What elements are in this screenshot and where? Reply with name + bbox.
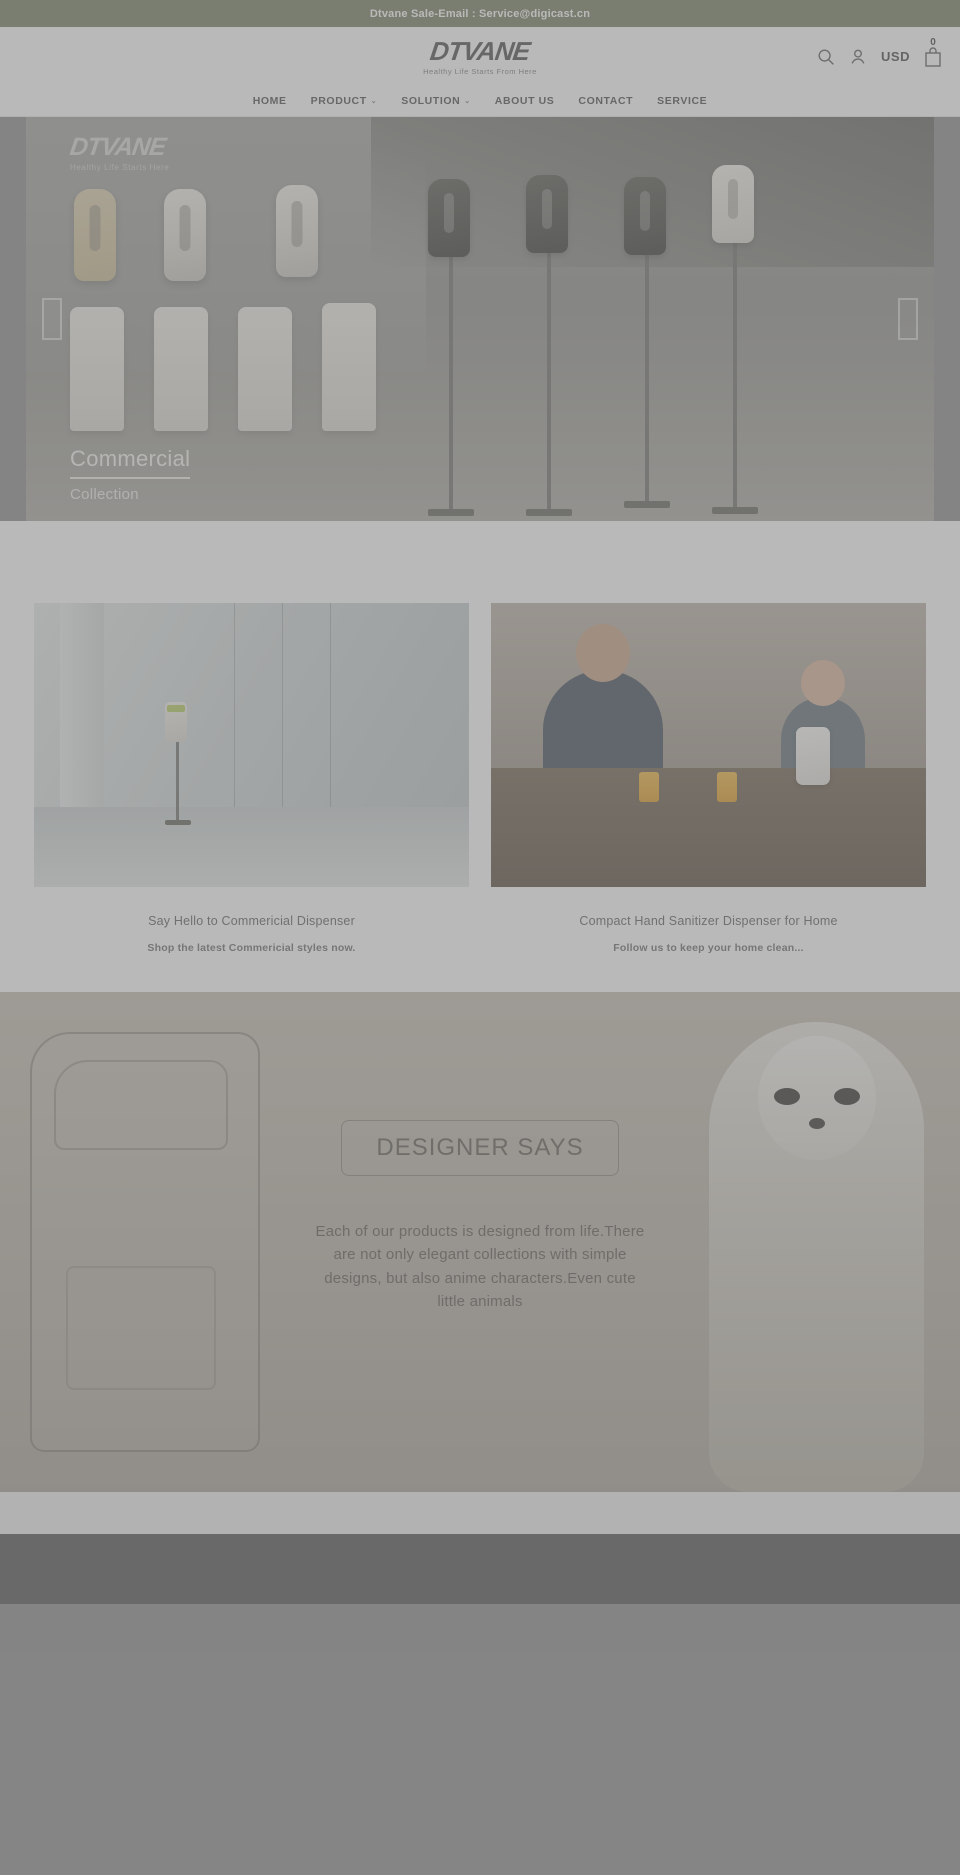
juice-glass bbox=[717, 771, 738, 802]
product-wall-dispenser bbox=[276, 185, 318, 277]
stand-head bbox=[624, 177, 666, 255]
header-tools: USD 0 bbox=[817, 27, 942, 86]
site-header: DTVANE Healthy Life Starts From Here USD… bbox=[0, 27, 960, 86]
promo-grid: Say Hello to Commericial Dispenser Shop … bbox=[34, 603, 926, 954]
promo-card-home[interactable]: Compact Hand Sanitizer Dispenser for Hom… bbox=[491, 603, 926, 954]
nav-label: CONTACT bbox=[578, 95, 634, 107]
product-pedestal-dispenser bbox=[238, 307, 292, 431]
lobby-dispenser-stand bbox=[164, 701, 191, 825]
designer-paragraph: Each of our products is designed from li… bbox=[315, 1223, 645, 1310]
chevron-down-icon: ⌄ bbox=[464, 98, 471, 105]
home-table bbox=[491, 767, 926, 887]
promo-subtitle: Shop the latest Commericial styles now. bbox=[147, 942, 356, 954]
product-wall-dispenser bbox=[74, 189, 116, 281]
product-floor-stand bbox=[526, 175, 572, 516]
lobby-column bbox=[60, 603, 105, 808]
stand-base bbox=[526, 509, 572, 516]
footer-band bbox=[0, 1534, 960, 1604]
stand-pole bbox=[176, 741, 179, 820]
nav-label: PRODUCT bbox=[310, 95, 367, 107]
nav-label: ABOUT US bbox=[494, 95, 555, 107]
stand-head bbox=[526, 175, 568, 253]
meerkat-eye bbox=[833, 1088, 860, 1105]
promo-title: Compact Hand Sanitizer Dispenser for Hom… bbox=[579, 914, 838, 928]
cart-icon[interactable]: 0 bbox=[924, 37, 942, 68]
nav-item-contact[interactable]: CONTACT bbox=[578, 95, 633, 107]
stand-pole bbox=[547, 253, 551, 509]
announcement-bar: Dtvane Sale-Email : Service@digicast.cn bbox=[0, 0, 960, 27]
hero-caption: Commercial Collection bbox=[70, 446, 191, 503]
account-icon[interactable] bbox=[849, 48, 867, 66]
carousel-prev-button[interactable] bbox=[42, 298, 62, 340]
nav-item-home[interactable]: HOME bbox=[253, 95, 287, 107]
stand-pole bbox=[733, 243, 737, 507]
nav-item-product[interactable]: PRODUCT ⌄ bbox=[311, 95, 378, 107]
meerkat-eye bbox=[773, 1088, 800, 1105]
product-pedestal-dispenser bbox=[70, 307, 124, 431]
promo-section: Say Hello to Commericial Dispenser Shop … bbox=[0, 521, 960, 992]
promo-image-commercial[interactable] bbox=[34, 603, 469, 887]
nav-label: SOLUTION bbox=[401, 95, 461, 107]
hero-caption-title: Commercial bbox=[70, 446, 191, 479]
hero-watermark-tagline: Healthy Life Starts Here bbox=[70, 163, 170, 172]
section-spacer-band bbox=[0, 1492, 960, 1534]
product-wall-dispenser bbox=[164, 189, 206, 281]
stand-pole bbox=[645, 255, 649, 501]
product-floor-stand bbox=[712, 165, 758, 514]
lobby-floor bbox=[34, 807, 469, 887]
promo-title: Say Hello to Commericial Dispenser bbox=[148, 914, 355, 928]
product-floor-stand bbox=[428, 179, 474, 516]
stand-base bbox=[428, 509, 474, 516]
nav-item-solution[interactable]: SOLUTION ⌄ bbox=[401, 95, 471, 107]
stand-base bbox=[712, 507, 758, 514]
nav-label: HOME bbox=[252, 95, 287, 107]
promo-subtitle: Follow us to keep your home clean... bbox=[613, 942, 804, 954]
hero-watermark-word: DTVANE bbox=[68, 133, 167, 161]
designer-says-section: DESIGNER SAYS Each of our products is de… bbox=[0, 992, 960, 1492]
stand-head bbox=[712, 165, 754, 243]
announcement-text: Dtvane Sale-Email : Service@digicast.cn bbox=[369, 7, 591, 20]
product-pedestal-dispenser bbox=[322, 303, 376, 431]
search-icon[interactable] bbox=[817, 48, 835, 66]
main-nav: HOME PRODUCT ⌄ SOLUTION ⌄ ABOUT US CONTA… bbox=[0, 86, 960, 117]
product-floor-stand bbox=[624, 177, 670, 508]
nav-label: SERVICE bbox=[657, 95, 708, 107]
page-root: Dtvane Sale-Email : Service@digicast.cn … bbox=[0, 0, 960, 1875]
designer-says-badge: DESIGNER SAYS bbox=[341, 1120, 619, 1176]
logo-wordmark: DTVANE bbox=[428, 35, 532, 66]
stand-head bbox=[164, 701, 187, 742]
carousel-next-button[interactable] bbox=[898, 298, 918, 340]
nav-item-about-us[interactable]: ABOUT US bbox=[495, 95, 555, 107]
product-pedestal-dispenser bbox=[154, 307, 208, 431]
stand-base bbox=[164, 819, 191, 825]
hero-caption-subtitle: Collection bbox=[70, 486, 139, 503]
stand-pole bbox=[449, 257, 453, 509]
stand-base bbox=[624, 501, 670, 508]
home-dispenser bbox=[796, 726, 831, 785]
cart-count-badge: 0 bbox=[930, 36, 936, 48]
nav-item-service[interactable]: SERVICE bbox=[657, 95, 707, 107]
juice-glass bbox=[638, 771, 659, 802]
stand-head bbox=[428, 179, 470, 257]
site-logo[interactable]: DTVANE Healthy Life Starts From Here bbox=[423, 35, 537, 76]
hero-banner: DTVANE Healthy Life Starts Here Commerci… bbox=[26, 117, 934, 521]
promo-card-commercial[interactable]: Say Hello to Commericial Dispenser Shop … bbox=[34, 603, 469, 954]
designer-content: DESIGNER SAYS Each of our products is de… bbox=[0, 1120, 960, 1313]
currency-selector[interactable]: USD bbox=[881, 49, 910, 64]
promo-image-home[interactable] bbox=[491, 603, 926, 887]
chevron-down-icon: ⌄ bbox=[370, 98, 378, 105]
logo-tagline: Healthy Life Starts From Here bbox=[423, 66, 537, 76]
hero-watermark: DTVANE Healthy Life Starts Here bbox=[68, 133, 170, 172]
